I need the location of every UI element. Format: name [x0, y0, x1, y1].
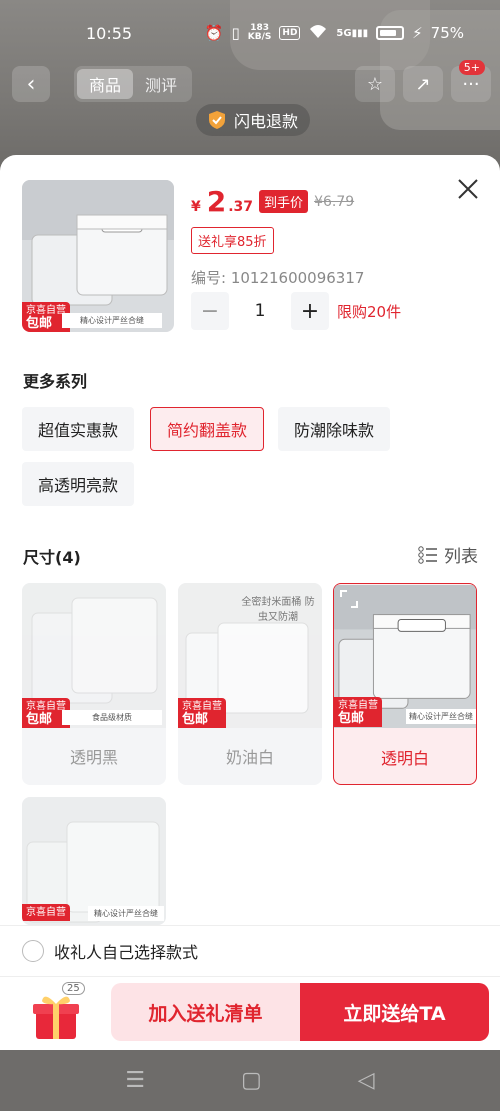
vibrate-icon: ▯: [231, 24, 240, 42]
share-button[interactable]: ↗: [403, 66, 443, 102]
currency-symbol: ¥: [191, 199, 201, 215]
size-option-cream-white[interactable]: 全密封米面桶 防虫又防潮 京喜自营 包邮 奶油白: [178, 583, 322, 785]
size-image-banner: 食品级材质: [62, 710, 162, 725]
send-gift-now-button[interactable]: 立即送给TA: [300, 983, 489, 1041]
series-option-clear[interactable]: 高透明亮款: [22, 462, 135, 506]
charging-icon: ⚡: [412, 24, 423, 42]
list-icon: [418, 545, 437, 564]
sku-number: 编号: 10121600096317: [191, 269, 365, 287]
gift-icon[interactable]: [30, 989, 82, 1041]
price-integer: 2: [206, 185, 227, 218]
signal-icon: 5G▮▮▮: [336, 27, 369, 39]
product-tabs: 商品 测评: [74, 66, 192, 102]
size-option-clear-black[interactable]: 京喜自营 包邮 食品级材质 透明黑: [22, 583, 166, 785]
jd-badge: 京喜自营: [22, 904, 70, 921]
original-price: ¥6.79: [314, 193, 355, 210]
quantity-stepper: − 1 + 限购20件: [191, 292, 401, 330]
favorite-button[interactable]: ☆: [355, 66, 395, 102]
close-icon[interactable]: [456, 177, 480, 201]
wifi-icon: [308, 23, 328, 43]
jd-badge: 京喜自营 包邮: [334, 697, 382, 727]
recipient-choose-label: 收礼人自己选择款式: [54, 943, 199, 962]
star-icon: ☆: [366, 73, 384, 95]
decrease-button[interactable]: −: [191, 292, 229, 330]
size-image-banner: 精心设计严丝合缝: [88, 906, 164, 921]
menu-icon[interactable]: ☰: [125, 1068, 145, 1093]
battery-level: 75%: [430, 24, 464, 42]
status-icons: ⏰ ▯ 183 KB/S HD 5G▮▮▮ ⚡ 75%: [205, 23, 464, 43]
system-nav-bar: ☰ ▢ ◁: [0, 1050, 500, 1111]
series-option-moisture[interactable]: 防潮除味款: [278, 407, 391, 451]
size-label: 透明黑: [69, 747, 118, 767]
share-icon: ↗: [415, 73, 431, 95]
bottom-action-bar: 25 加入送礼清单 立即送给TA: [0, 976, 500, 1050]
gift-discount-tag: 送礼享85折: [191, 227, 274, 254]
sku-selector-sheet: 京喜自营 包邮 精心设计严丝合缝 ¥ 2 .37 到手价 ¥6.79 送礼享85…: [0, 155, 500, 1050]
price-row: ¥ 2 .37 到手价 ¥6.79: [191, 185, 354, 218]
size-option-clear-white[interactable]: 京喜自营 包邮 精心设计严丝合缝 透明白: [333, 583, 477, 785]
plus-icon: +: [300, 298, 320, 324]
thumb-banner: 精心设计严丝合缝: [62, 313, 162, 328]
refund-pill: 闪电退款: [196, 104, 311, 136]
price-decimal: .37: [228, 199, 254, 215]
alarm-icon: ⏰: [204, 24, 224, 42]
top-nav-bar: ‹ 商品 测评 ☆ ↗ ··· 5+: [0, 60, 500, 106]
radio-button[interactable]: [22, 940, 44, 962]
series-option-value[interactable]: 超值实惠款: [22, 407, 135, 451]
quantity-value[interactable]: 1: [229, 301, 291, 321]
increase-button[interactable]: +: [291, 292, 329, 330]
shield-icon: [209, 111, 225, 129]
series-option-flip[interactable]: 简约翻盖款: [150, 407, 265, 451]
list-view-toggle[interactable]: 列表: [418, 542, 478, 567]
more-icon: ···: [462, 73, 480, 95]
gift-list-count: 25: [62, 982, 85, 995]
battery-icon: [376, 26, 405, 40]
refund-label: 闪电退款: [234, 112, 299, 131]
size-image-banner: 精心设计严丝合缝: [406, 709, 476, 724]
status-time: 10:55: [86, 23, 133, 43]
purchase-limit: 限购20件: [337, 302, 402, 321]
nav-icons: ☆ ↗ ··· 5+: [355, 60, 491, 102]
status-bar: 10:55 ⏰ ▯ 183 KB/S HD 5G▮▮▮ ⚡ 75%: [0, 0, 500, 66]
expand-icon[interactable]: [340, 590, 358, 608]
series-title: 更多系列: [23, 372, 88, 391]
home-icon[interactable]: ▢: [241, 1068, 262, 1093]
size-image-banner: 全密封米面桶 防虫又防潮: [241, 597, 315, 623]
size-title: 尺寸(4): [23, 548, 81, 567]
hd-icon: HD: [279, 26, 301, 40]
size-label: 奶油白: [225, 747, 274, 767]
product-thumbnail[interactable]: 京喜自营 包邮 精心设计严丝合缝: [22, 180, 174, 332]
back-triangle-icon[interactable]: ◁: [358, 1068, 375, 1093]
more-button[interactable]: ··· 5+: [451, 60, 491, 102]
cart-badge: 5+: [458, 60, 485, 75]
tab-review[interactable]: 测评: [133, 69, 189, 99]
divider: [0, 925, 500, 926]
minus-icon: −: [200, 298, 220, 324]
size-label: 透明白: [380, 748, 429, 768]
size-option-4[interactable]: 京喜自营 精心设计严丝合缝: [22, 797, 166, 925]
add-to-gift-list-button[interactable]: 加入送礼清单: [111, 983, 300, 1041]
chevron-left-icon: ‹: [26, 71, 36, 97]
net-speed: 183 KB/S: [247, 23, 272, 42]
final-price-tag: 到手价: [259, 190, 309, 213]
tab-product[interactable]: 商品: [77, 69, 133, 99]
recipient-choose-option[interactable]: 收礼人自己选择款式: [22, 939, 198, 963]
back-button[interactable]: ‹: [12, 66, 50, 102]
jd-badge: 京喜自营 包邮: [178, 698, 226, 728]
